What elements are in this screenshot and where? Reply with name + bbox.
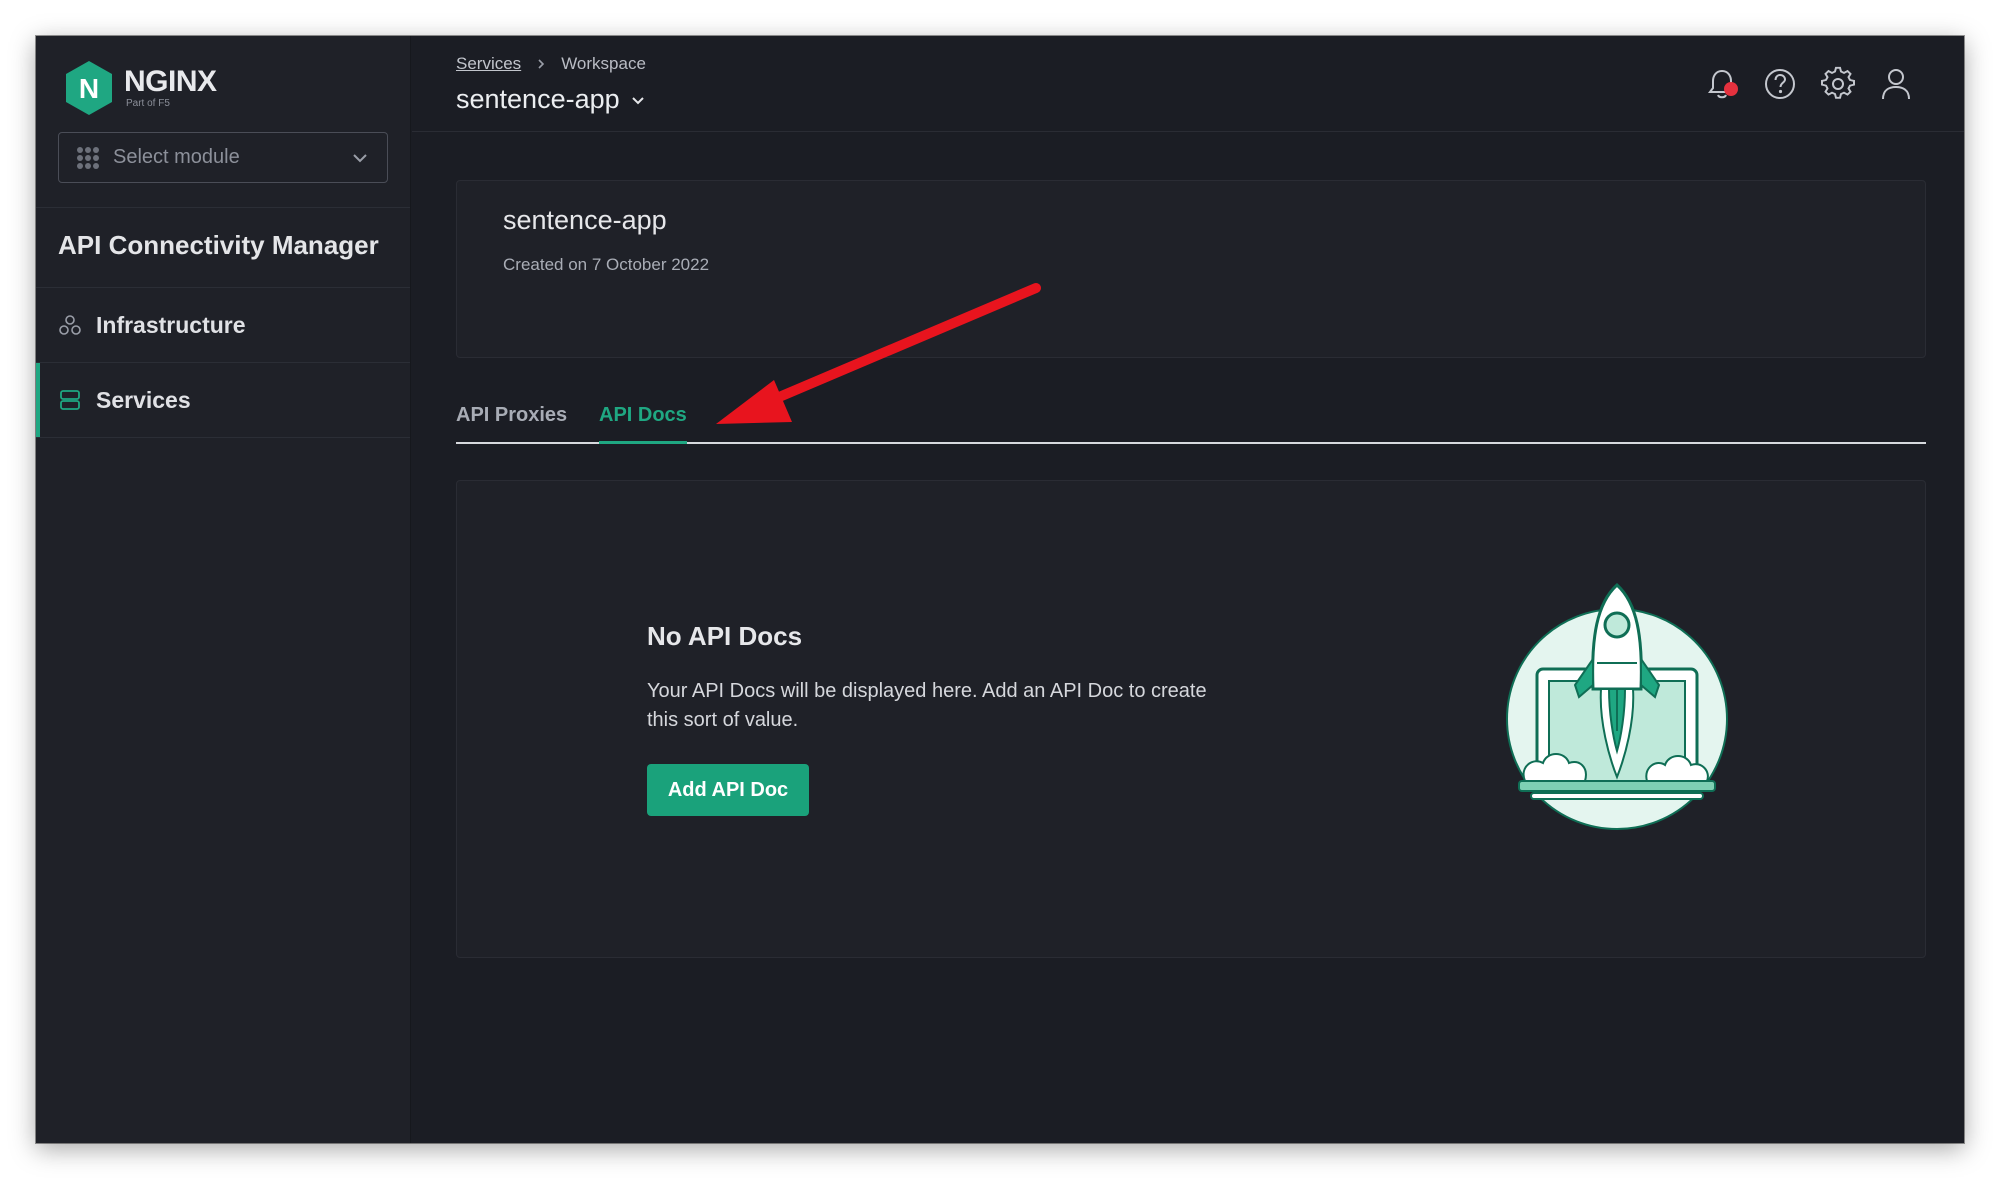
top-header: Services Workspace sentence-app (412, 36, 1964, 132)
workspace-switcher[interactable]: sentence-app (456, 84, 646, 115)
service-name: sentence-app (503, 205, 667, 235)
tab-api-proxies[interactable]: API Proxies (456, 404, 567, 441)
add-api-doc-button[interactable]: Add API Doc (647, 764, 809, 816)
breadcrumb: Services Workspace (456, 54, 646, 74)
brand-subtitle: Part of F5 (126, 98, 170, 109)
user-menu-button[interactable] (1878, 66, 1914, 102)
chevron-down-icon (353, 153, 367, 162)
notification-badge (1724, 82, 1738, 96)
app-grid-icon (77, 146, 99, 169)
sidebar: N NGINX Part of F5 Select module API Con… (36, 36, 411, 1143)
sidebar-divider (36, 207, 410, 208)
notifications-button[interactable] (1704, 66, 1740, 102)
sidebar-item-infrastructure[interactable]: Infrastructure (36, 288, 411, 362)
gear-icon (1821, 66, 1855, 99)
user-icon (1882, 69, 1910, 100)
help-button[interactable] (1762, 66, 1798, 102)
active-indicator (36, 363, 40, 437)
breadcrumb-services-link[interactable]: Services (456, 54, 521, 74)
nginx-hex-icon: N (66, 61, 112, 115)
service-created-date: Created on 7 October 2022 (503, 255, 710, 274)
sidebar-divider (36, 437, 410, 438)
breadcrumb-current: Workspace (561, 54, 646, 73)
chevron-right-icon (538, 59, 545, 69)
empty-state-description: Your API Docs will be displayed here. Ad… (647, 680, 1207, 731)
module-select-placeholder: Select module (113, 146, 240, 168)
tab-bar: API Proxies API Docs (456, 396, 1926, 444)
app-window: N NGINX Part of F5 Select module API Con… (36, 36, 1964, 1143)
empty-state-card: No API Docs Your API Docs will be displa… (456, 480, 1926, 958)
rocket-launch-illustration (1506, 582, 1728, 830)
services-icon (60, 390, 80, 410)
workspace-title: sentence-app (456, 84, 620, 114)
nginx-logo[interactable]: N NGINX Part of F5 (64, 60, 217, 116)
help-icon (1765, 69, 1795, 99)
tab-api-docs[interactable]: API Docs (599, 404, 687, 444)
sidebar-section-title: API Connectivity Manager (58, 230, 379, 260)
brand-name: NGINX (124, 65, 217, 98)
service-info-card: sentence-app Created on 7 October 2022 (456, 180, 1926, 358)
header-actions (1704, 66, 1914, 102)
chevron-down-icon (631, 96, 644, 104)
module-select[interactable]: Select module (58, 132, 388, 183)
svg-text:N: N (79, 73, 99, 104)
sidebar-item-label: Infrastructure (96, 311, 246, 338)
infrastructure-icon (59, 315, 81, 335)
settings-button[interactable] (1820, 66, 1856, 102)
sidebar-item-services[interactable]: Services (36, 363, 411, 437)
sidebar-item-label: Services (96, 386, 191, 413)
empty-state-title: No API Docs (647, 621, 803, 651)
